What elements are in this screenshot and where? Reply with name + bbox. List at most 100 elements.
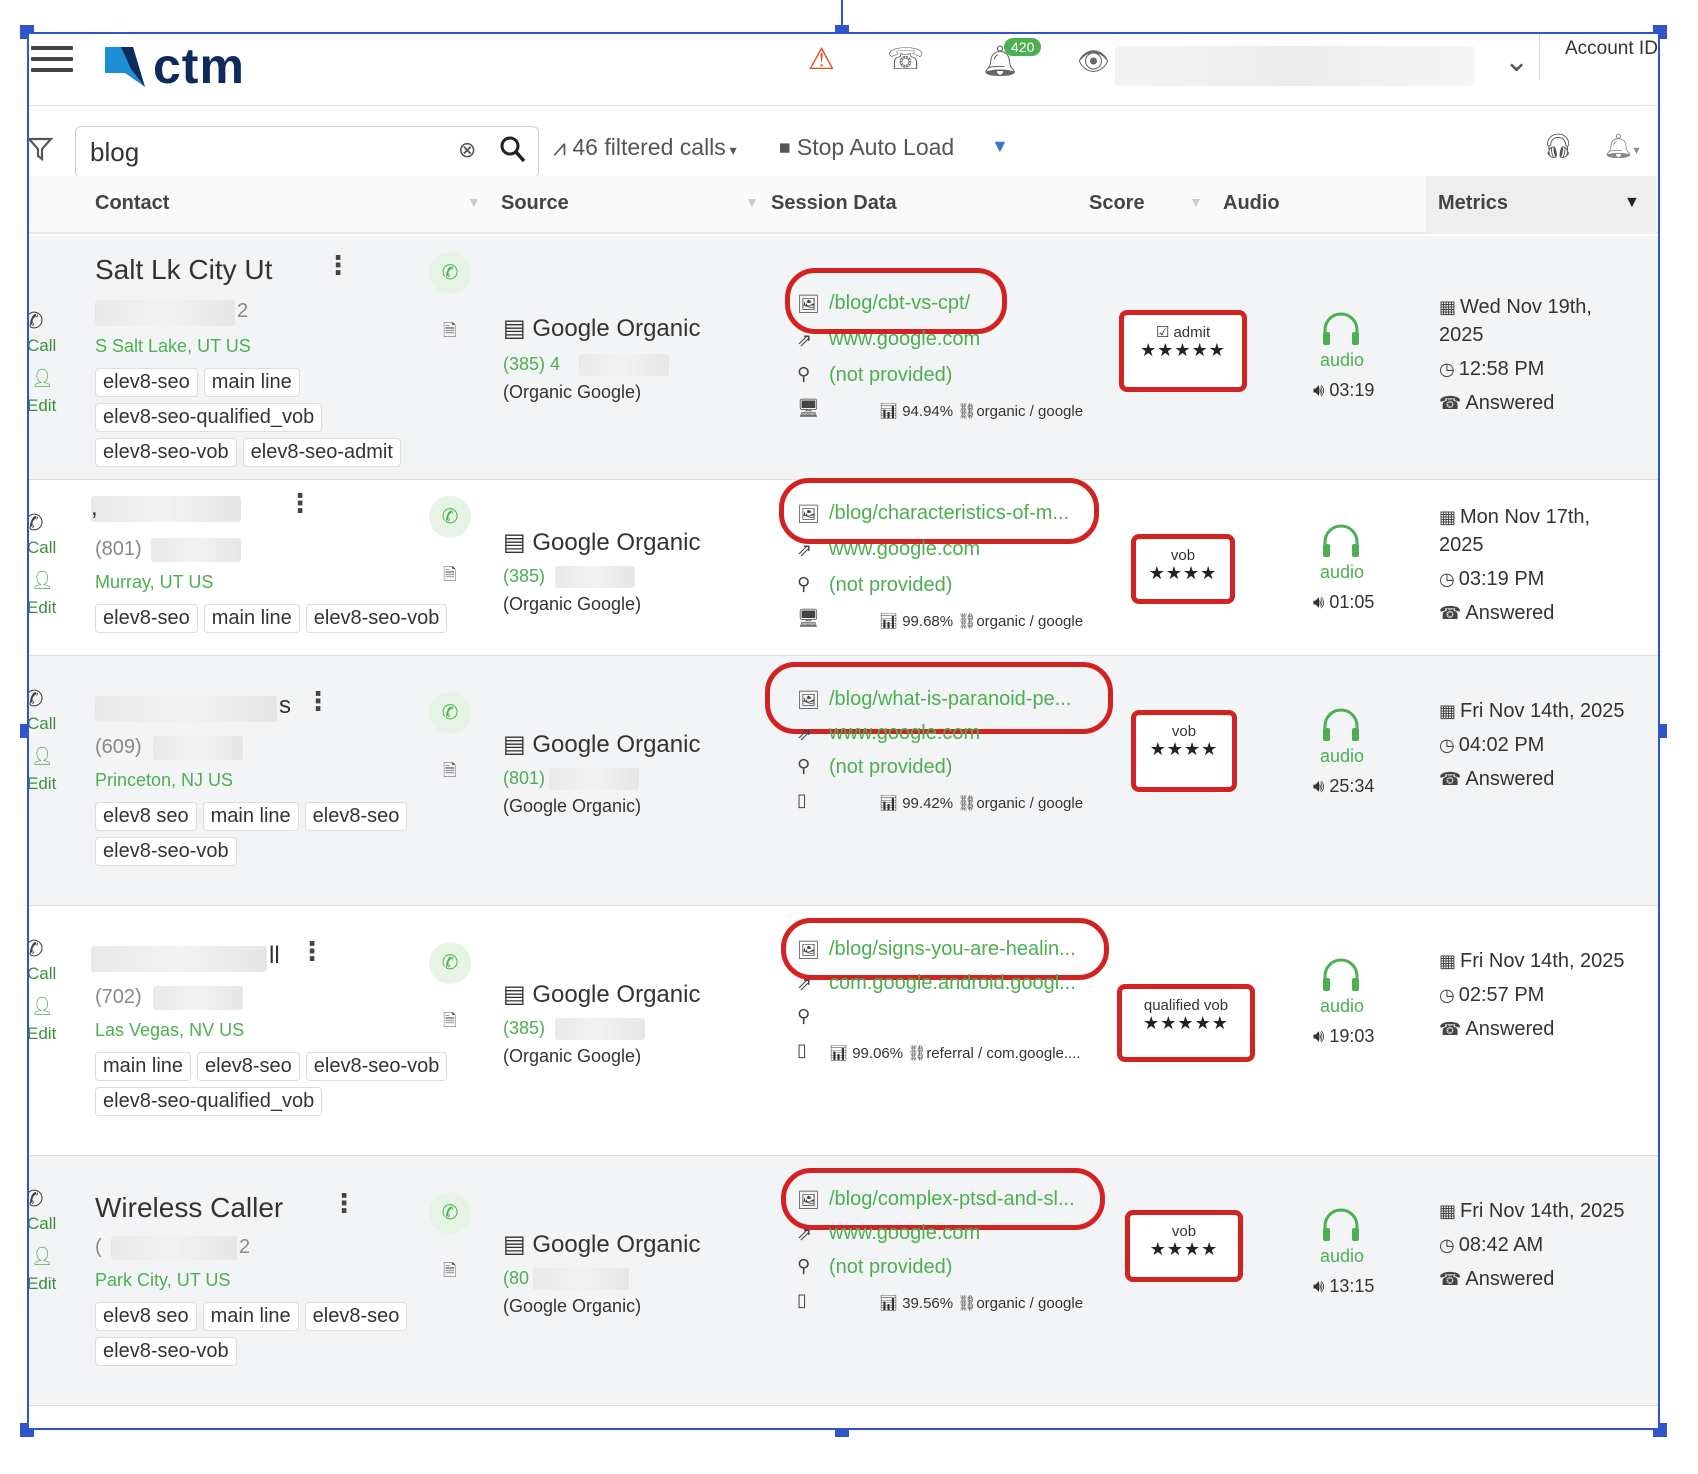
tag[interactable]: main line <box>202 802 299 831</box>
headphones-icon[interactable] <box>1319 704 1363 744</box>
document-icon[interactable]: 🗎 <box>443 1008 457 1037</box>
search-icon[interactable] <box>498 133 528 167</box>
tag[interactable]: elev8-seo-vob <box>95 438 237 467</box>
phone-icon[interactable]: ✆ <box>29 936 43 962</box>
referrer-link[interactable]: www.google.com <box>829 328 980 351</box>
tag[interactable]: elev8-seo <box>95 368 198 397</box>
call-action-link[interactable]: Call <box>29 538 56 558</box>
table-row[interactable]: ✆ Call 👤︎ Edit Wireless Caller ⋮ ( 2 Par… <box>29 1156 1658 1406</box>
audio-label[interactable]: audio <box>1320 1246 1364 1267</box>
edit-action-link[interactable]: Edit <box>29 774 56 794</box>
contact-name[interactable]: Wireless Caller <box>95 1192 283 1224</box>
stop-auto-load-button[interactable]: ⏹︎ Stop Auto Load <box>779 134 954 161</box>
call-back-icon[interactable]: ✆ <box>429 252 471 294</box>
landing-page-link[interactable]: /blog/signs-you-are-healin... <box>829 938 1076 961</box>
headphones-icon[interactable] <box>1319 520 1363 560</box>
headset-icon[interactable]: 🎧︎ <box>1543 132 1573 161</box>
column-header-score[interactable]: Score <box>1089 192 1145 215</box>
phone-icon[interactable]: ✆ <box>29 510 43 536</box>
call-back-icon[interactable]: ✆ <box>429 692 471 734</box>
table-row[interactable]: ✆ Call 👤︎ Edit s ⋮ (609) Princeton, NJ U… <box>29 656 1658 906</box>
tag[interactable]: main line <box>203 604 300 633</box>
tag[interactable]: elev8-seo-vob <box>95 1337 237 1366</box>
document-icon[interactable]: 🗎 <box>443 318 457 347</box>
document-icon[interactable]: 🗎 <box>443 1258 457 1287</box>
bell-dropdown-icon[interactable]: 🔔︎▾ <box>1603 132 1640 161</box>
referrer-link[interactable]: www.google.com <box>829 722 980 745</box>
contact-name[interactable]: s <box>279 692 291 720</box>
tag[interactable]: elev8-seo-vob <box>305 604 448 633</box>
table-row[interactable]: ✆ Call 👤︎ Edit ll ⋮ (702) Las Vegas, NV … <box>29 906 1658 1156</box>
column-header-session-data[interactable]: Session Data <box>771 192 897 215</box>
tag[interactable]: elev8-seo-vob <box>95 837 237 866</box>
audio-label[interactable]: audio <box>1320 350 1364 371</box>
score-badge[interactable]: vob ★★★★ <box>1131 534 1235 604</box>
call-back-icon[interactable]: ✆ <box>429 496 471 538</box>
contact-name[interactable]: , <box>91 494 98 522</box>
metrics-header-cell[interactable]: Metrics ▼ <box>1426 176 1656 234</box>
edit-action-link[interactable]: Edit <box>29 598 56 618</box>
edit-action-link[interactable]: Edit <box>29 396 56 416</box>
score-badge[interactable]: qualified vob ★★★★★ <box>1117 984 1255 1062</box>
column-header-contact[interactable]: Contact <box>95 192 169 215</box>
referrer-link[interactable]: com.google.android.googl... <box>829 972 1076 995</box>
score-badge[interactable]: ☑ admit ★★★★★ <box>1119 310 1247 392</box>
account-selector-redacted[interactable] <box>1115 46 1475 86</box>
sort-caret-icon[interactable]: ▼ <box>745 194 759 210</box>
contact-name[interactable]: ll <box>269 942 280 970</box>
tag[interactable]: elev8-seo-vob <box>305 1052 448 1081</box>
ctm-logo[interactable]: ctm <box>103 36 245 96</box>
audio-label[interactable]: audio <box>1320 562 1364 583</box>
score-badge[interactable]: vob ★★★★ <box>1131 710 1237 792</box>
edit-action-link[interactable]: Edit <box>29 1024 56 1044</box>
call-action-link[interactable]: Call <box>29 336 56 356</box>
document-icon[interactable]: 🗎 <box>443 758 457 787</box>
search-input[interactable]: blog ⊗ <box>75 126 539 178</box>
column-header-source[interactable]: Source <box>501 192 569 215</box>
phone-incoming-icon[interactable]: ☏ <box>887 42 925 77</box>
document-icon[interactable]: 🗎 <box>443 562 457 591</box>
call-action-link[interactable]: Call <box>29 964 56 984</box>
eye-icon[interactable]: 👁︎ <box>1077 46 1110 77</box>
audio-label[interactable]: audio <box>1320 746 1364 767</box>
sort-caret-icon[interactable]: ▼ <box>1189 194 1203 210</box>
call-action-link[interactable]: Call <box>29 1214 56 1234</box>
tag[interactable]: elev8-seo <box>304 802 408 831</box>
tag[interactable]: main line <box>203 368 300 397</box>
contact-name[interactable]: Salt Lk City Ut <box>95 254 272 286</box>
column-header-audio[interactable]: Audio <box>1223 192 1280 215</box>
referrer-link[interactable]: www.google.com <box>829 538 980 561</box>
chevron-down-icon[interactable]: ⌄ <box>1504 44 1529 79</box>
score-badge[interactable]: vob ★★★★ <box>1125 1210 1243 1282</box>
audio-label[interactable]: audio <box>1320 996 1364 1017</box>
landing-page-link[interactable]: /blog/cbt-vs-cpt/ <box>829 292 970 315</box>
tag[interactable]: main line <box>202 1302 299 1331</box>
tag[interactable]: elev8 seo <box>95 802 197 831</box>
referrer-link[interactable]: www.google.com <box>829 1222 980 1245</box>
landing-page-link[interactable]: /blog/characteristics-of-m... <box>829 502 1069 525</box>
call-action-link[interactable]: Call <box>29 714 56 734</box>
filter-icon[interactable] <box>29 136 53 162</box>
caret-down-icon[interactable]: ▼ <box>991 136 1009 157</box>
phone-icon[interactable]: ✆ <box>29 308 43 334</box>
phone-icon[interactable]: ✆ <box>29 1186 43 1212</box>
more-options-icon[interactable]: ⋮ <box>299 936 325 967</box>
call-back-icon[interactable]: ✆ <box>429 1192 471 1234</box>
tag[interactable]: elev8-seo-qualified_vob <box>95 403 323 432</box>
hamburger-menu-icon[interactable] <box>31 46 73 76</box>
table-row[interactable]: ✆ Call 👤︎ Edit Salt Lk City Ut ⋮ 2 S Sal… <box>29 236 1658 480</box>
tag[interactable]: elev8-seo <box>304 1302 408 1331</box>
tag[interactable]: elev8-seo <box>197 1052 300 1081</box>
sort-caret-icon[interactable]: ▼ <box>467 194 481 210</box>
headphones-icon[interactable] <box>1319 1204 1363 1244</box>
more-options-icon[interactable]: ⋮ <box>325 250 351 281</box>
headphones-icon[interactable] <box>1319 308 1363 348</box>
clear-search-icon[interactable]: ⊗ <box>458 137 476 163</box>
table-row[interactable]: ✆ Call 👤︎ Edit , ⋮ (801) Murray, UT US e… <box>29 478 1658 656</box>
tag[interactable]: elev8-seo-qualified_vob <box>95 1087 323 1116</box>
tag[interactable]: main line <box>95 1052 192 1081</box>
filtered-calls-dropdown[interactable]: ⩘ 46 filtered calls ▾ <box>553 134 737 161</box>
warning-icon[interactable]: ⚠ <box>808 42 835 77</box>
metrics-caret-icon[interactable]: ▼ <box>1624 194 1640 212</box>
headphones-icon[interactable] <box>1319 954 1363 994</box>
